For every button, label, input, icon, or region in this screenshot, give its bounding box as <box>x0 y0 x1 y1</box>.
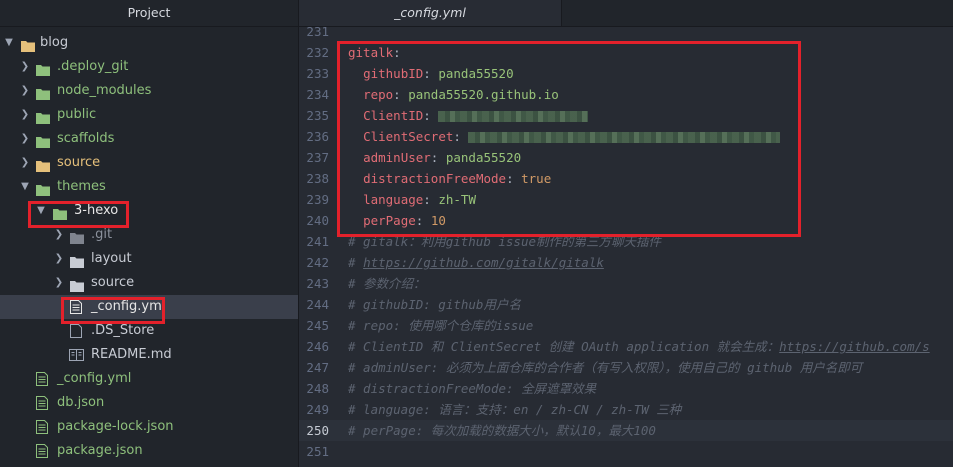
code-comment: # githubID: github用户名 <box>348 297 521 312</box>
line-number: 243 <box>306 276 329 291</box>
chevron-right-icon[interactable]: ❯ <box>20 103 30 127</box>
code-comment: # perPage: 每次加载的数据大小，默认10，最大100 <box>348 423 656 438</box>
file-icon <box>70 324 82 338</box>
editor-tab-bar: _config.yml <box>299 0 953 27</box>
tree-item-label: db.json <box>57 395 105 410</box>
tree-item-public[interactable]: ❯ public <box>0 103 298 127</box>
code-comment: # ClientID 和 ClientSecret 创建 OAuth appli… <box>348 339 780 354</box>
code-comment: # <box>348 255 364 270</box>
line-number: 242 <box>306 255 329 270</box>
tree-item-readme[interactable]: README.md <box>0 343 298 367</box>
code-line: 231 <box>299 27 953 42</box>
tree-item-package-lock[interactable]: package-lock.json <box>0 415 298 439</box>
code-line: 245 # repo: 使用哪个仓库的issue <box>299 315 953 336</box>
line-number: 231 <box>306 27 329 39</box>
code-editor[interactable]: 231 232 gitalk: 233 githubID: panda55520… <box>299 27 953 467</box>
file-text-icon <box>36 396 48 410</box>
line-number: 251 <box>306 444 329 459</box>
tree-item-label: blog <box>40 35 69 50</box>
tree-item-label: themes <box>57 179 106 194</box>
code-line: 247 # adminUser: 必须为上面仓库的合作者（有写入权限），使用自己… <box>299 357 953 378</box>
tree-item-label: README.md <box>91 347 172 362</box>
highlight-box-gitalk-config <box>337 41 801 237</box>
code-line: 246 # ClientID 和 ClientSecret 创建 OAuth a… <box>299 336 953 357</box>
tree-item-blog[interactable]: ▼ blog <box>0 31 298 55</box>
file-text-icon <box>36 444 48 458</box>
tree-item-db-json[interactable]: db.json <box>0 391 298 415</box>
file-text-icon <box>36 372 48 386</box>
tree-item-label: scaffolds <box>57 131 115 146</box>
line-number: 240 <box>306 213 329 228</box>
chevron-down-icon[interactable]: ▼ <box>4 31 14 55</box>
line-number: 232 <box>306 45 329 60</box>
file-text-icon <box>36 420 48 434</box>
project-panel-title: Project <box>0 0 298 27</box>
tree-item-theme-source[interactable]: ❯ source <box>0 271 298 295</box>
chevron-right-icon[interactable]: ❯ <box>20 127 30 151</box>
line-number: 249 <box>306 402 329 417</box>
code-line: 242 # https://github.com/gitalk/gitalk <box>299 252 953 273</box>
tab-config-yml[interactable]: _config.yml <box>299 0 562 26</box>
code-line: 251 <box>299 441 953 462</box>
chevron-right-icon[interactable]: ❯ <box>20 55 30 79</box>
tree-item-label: source <box>57 155 101 170</box>
code-comment: # distractionFreeMode: 全屏遮罩效果 <box>348 381 597 396</box>
tree-item-label: package.json <box>57 443 143 458</box>
line-number: 238 <box>306 171 329 186</box>
line-number: 248 <box>306 381 329 396</box>
project-panel: Project ▼ blog ❯ .deploy_git ❯ node_modu… <box>0 0 299 467</box>
line-number: 250 <box>306 423 329 438</box>
code-line: 249 # language: 语言：支持：en / zh-CN / zh-TW… <box>299 399 953 420</box>
tree-item-node-modules[interactable]: ❯ node_modules <box>0 79 298 103</box>
line-number: 246 <box>306 339 329 354</box>
line-number: 241 <box>306 234 329 249</box>
tree-item-label: _config.yml <box>57 371 132 386</box>
chevron-down-icon[interactable]: ▼ <box>20 175 30 199</box>
tree-item-layout[interactable]: ❯ layout <box>0 247 298 271</box>
line-number: 236 <box>306 129 329 144</box>
line-number: 239 <box>306 192 329 207</box>
code-comment: # repo: 使用哪个仓库的issue <box>348 318 534 333</box>
tree-item-label: source <box>91 275 135 290</box>
code-line: 244 # githubID: github用户名 <box>299 294 953 315</box>
chevron-right-icon[interactable]: ❯ <box>20 79 30 103</box>
line-number: 244 <box>306 297 329 312</box>
tree-item-label: node_modules <box>57 83 152 98</box>
tree-item-themes[interactable]: ▼ themes <box>0 175 298 199</box>
tree-item-scaffolds[interactable]: ❯ scaffolds <box>0 127 298 151</box>
line-number: 235 <box>306 108 329 123</box>
code-comment: # language: 语言：支持：en / zh-CN / zh-TW 三种 <box>348 402 682 417</box>
line-number: 237 <box>306 150 329 165</box>
highlight-box-config-file <box>61 297 165 324</box>
chevron-right-icon[interactable]: ❯ <box>20 151 30 175</box>
code-line-current: 250 # perPage: 每次加载的数据大小，默认10，最大100 <box>299 420 953 441</box>
comment-link[interactable]: https://github.com/s <box>779 339 930 354</box>
code-line: 248 # distractionFreeMode: 全屏遮罩效果 <box>299 378 953 399</box>
code-line: 243 # 参数介绍： <box>299 273 953 294</box>
tree-item-label: package-lock.json <box>57 419 174 434</box>
line-number: 233 <box>306 66 329 81</box>
line-number: 245 <box>306 318 329 333</box>
line-number: 234 <box>306 87 329 102</box>
tree-item-label: .deploy_git <box>57 59 129 74</box>
tree-item-deploy-git[interactable]: ❯ .deploy_git <box>0 55 298 79</box>
line-number: 247 <box>306 360 329 375</box>
code-comment: # adminUser: 必须为上面仓库的合作者（有写入权限），使用自己的 gi… <box>348 360 863 375</box>
tree-item-package-json[interactable]: package.json <box>0 439 298 463</box>
tree-item-root-config[interactable]: _config.yml <box>0 367 298 391</box>
tree-item-label: public <box>57 107 97 122</box>
chevron-right-icon[interactable]: ❯ <box>54 247 64 271</box>
highlight-box-3-hexo <box>28 201 129 228</box>
code-comment: # 参数介绍： <box>348 276 426 291</box>
chevron-right-icon[interactable]: ❯ <box>54 271 64 295</box>
comment-link[interactable]: https://github.com/gitalk/gitalk <box>363 255 604 270</box>
tree-item-source[interactable]: ❯ source <box>0 151 298 175</box>
book-icon <box>69 349 84 361</box>
tree-item-label: layout <box>91 251 132 266</box>
